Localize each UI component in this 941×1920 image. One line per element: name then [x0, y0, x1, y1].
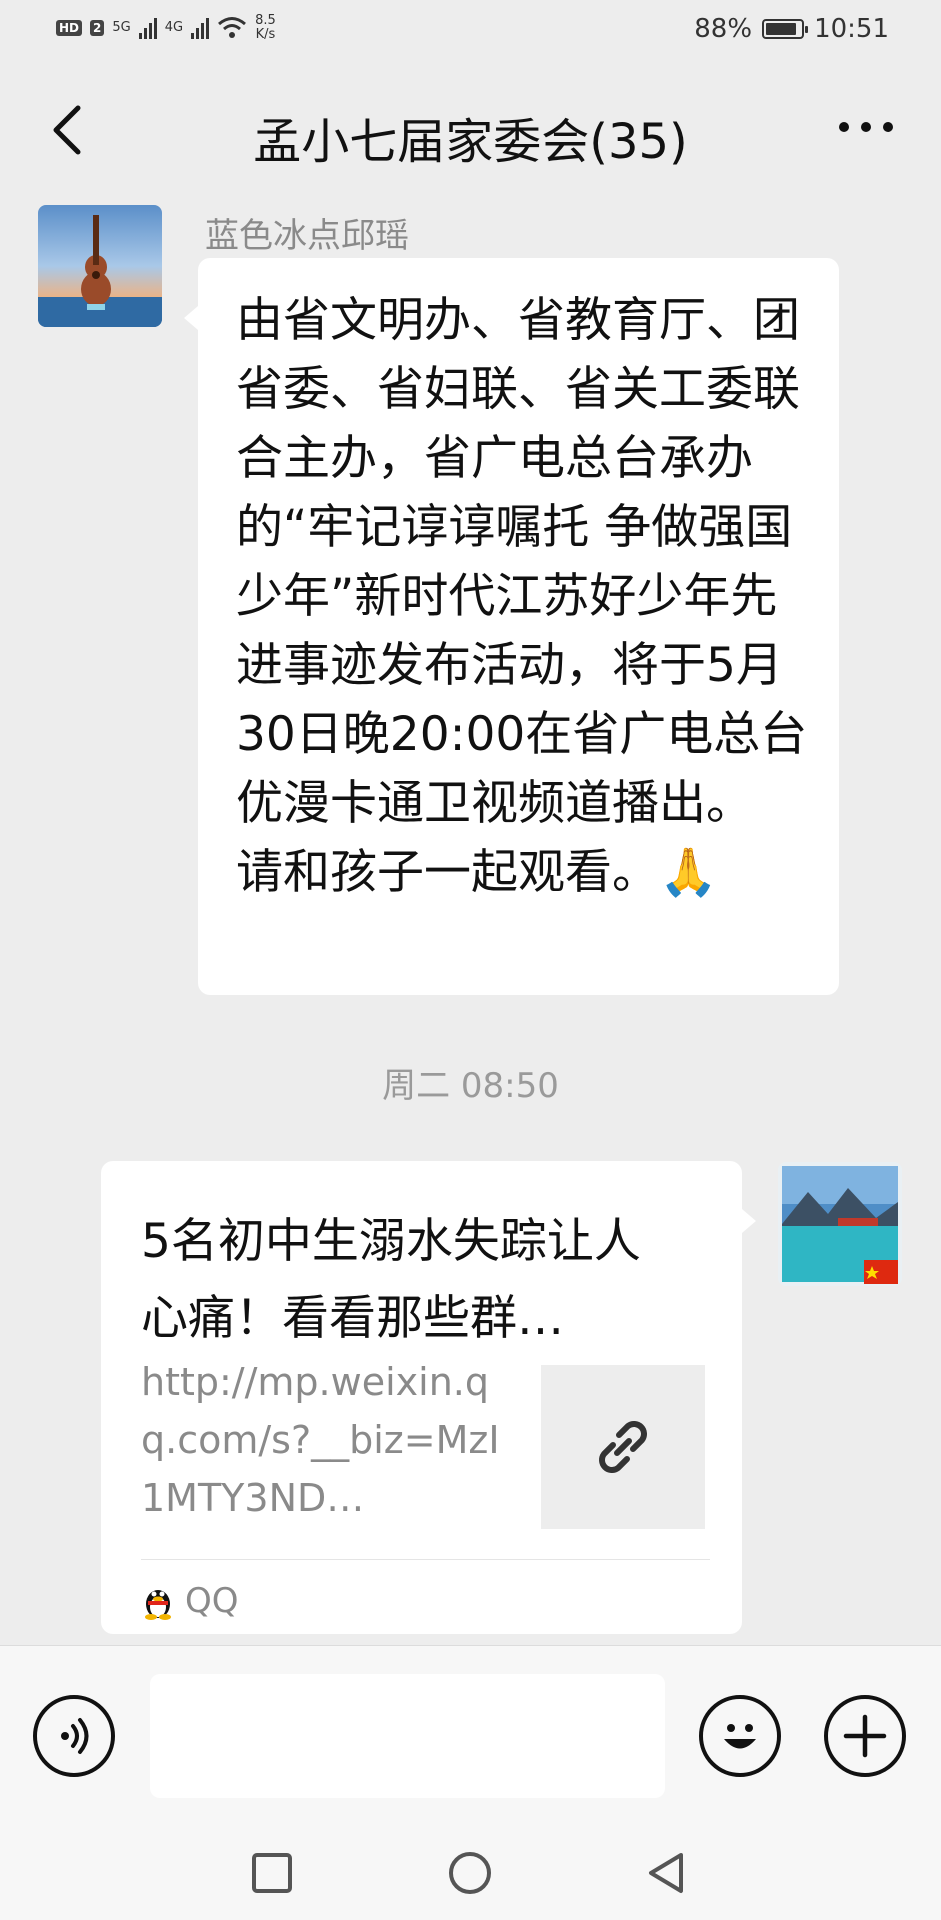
sender-name: 蓝色冰点邱瑶 — [205, 216, 409, 256]
link-thumbnail — [541, 1365, 705, 1529]
link-icon — [599, 1421, 647, 1473]
triangle-back-icon[interactable] — [643, 1850, 689, 1896]
link-source: QQ — [141, 1581, 239, 1621]
plus-icon — [843, 1714, 887, 1758]
input-bar — [0, 1645, 941, 1826]
sim-badge: 2 — [90, 20, 105, 36]
system-nav-bar — [0, 1825, 941, 1920]
speed-unit: K/s — [255, 27, 276, 42]
bubble-tail — [742, 1209, 756, 1233]
signal-icon — [138, 17, 157, 39]
speed-value: 8.5 — [255, 13, 276, 28]
wifi-icon — [218, 17, 247, 38]
network-5g-label: 5G — [112, 20, 131, 35]
message-input[interactable] — [150, 1674, 665, 1798]
chat-title: 孟小七届家委会(35) — [253, 114, 688, 170]
battery-fill — [766, 23, 796, 35]
status-left: HD 2 5G 4G 8.5 K/s — [56, 14, 276, 42]
link-source-label: QQ — [185, 1581, 239, 1621]
link-title: 5名初中生溺水失踪让人心痛！看看那些群… — [141, 1214, 641, 1346]
plus-button[interactable] — [824, 1695, 906, 1777]
battery-percent: 88% — [694, 14, 753, 44]
guitar-avatar-image — [38, 205, 162, 327]
battery-icon — [762, 19, 809, 39]
signal-icon-2 — [191, 17, 210, 39]
my-avatar[interactable] — [778, 1162, 902, 1286]
square-icon[interactable] — [249, 1850, 295, 1896]
status-bar: HD 2 5G 4G 8.5 K/s 88% 10:51 — [0, 0, 941, 62]
chat-header: 孟小七届家委会(35) — [0, 62, 941, 207]
timestamp: 周二 08:50 — [382, 1066, 559, 1106]
emoji-button[interactable] — [699, 1695, 781, 1777]
voice-button[interactable] — [33, 1695, 115, 1777]
qq-penguin-icon — [145, 1590, 171, 1620]
hd-badge: HD — [56, 20, 83, 36]
landscape-avatar-image — [778, 1162, 902, 1286]
bubble-tail — [184, 306, 198, 330]
circle-icon[interactable] — [447, 1850, 493, 1896]
status-right: 88% 10:51 — [694, 14, 889, 44]
emoji-icon — [724, 1724, 756, 1749]
network-speed: 8.5 K/s — [255, 14, 276, 42]
network-4g-label: 4G — [164, 20, 184, 35]
link-card-bubble[interactable]: 5名初中生溺水失踪让人心痛！看看那些群… http://mp.weixin.qq… — [101, 1161, 756, 1634]
voice-icon — [61, 1718, 89, 1754]
message-text: 由省文明办、省教育厅、团省委、省妇联、省关工委联合主办，省广电总台承办的“牢记谆… — [236, 293, 808, 900]
link-url: http://mp.weixin.qq.com/s?__biz=MzI1MTY3… — [141, 1360, 500, 1520]
sender-avatar[interactable] — [38, 205, 162, 327]
link-divider — [141, 1559, 710, 1560]
message-bubble[interactable]: 由省文明办、省教育厅、团省委、省妇联、省关工委联合主办，省广电总台承办的“牢记谆… — [184, 258, 839, 995]
more-options-icon[interactable] — [831, 102, 901, 152]
clock: 10:51 — [814, 14, 889, 44]
